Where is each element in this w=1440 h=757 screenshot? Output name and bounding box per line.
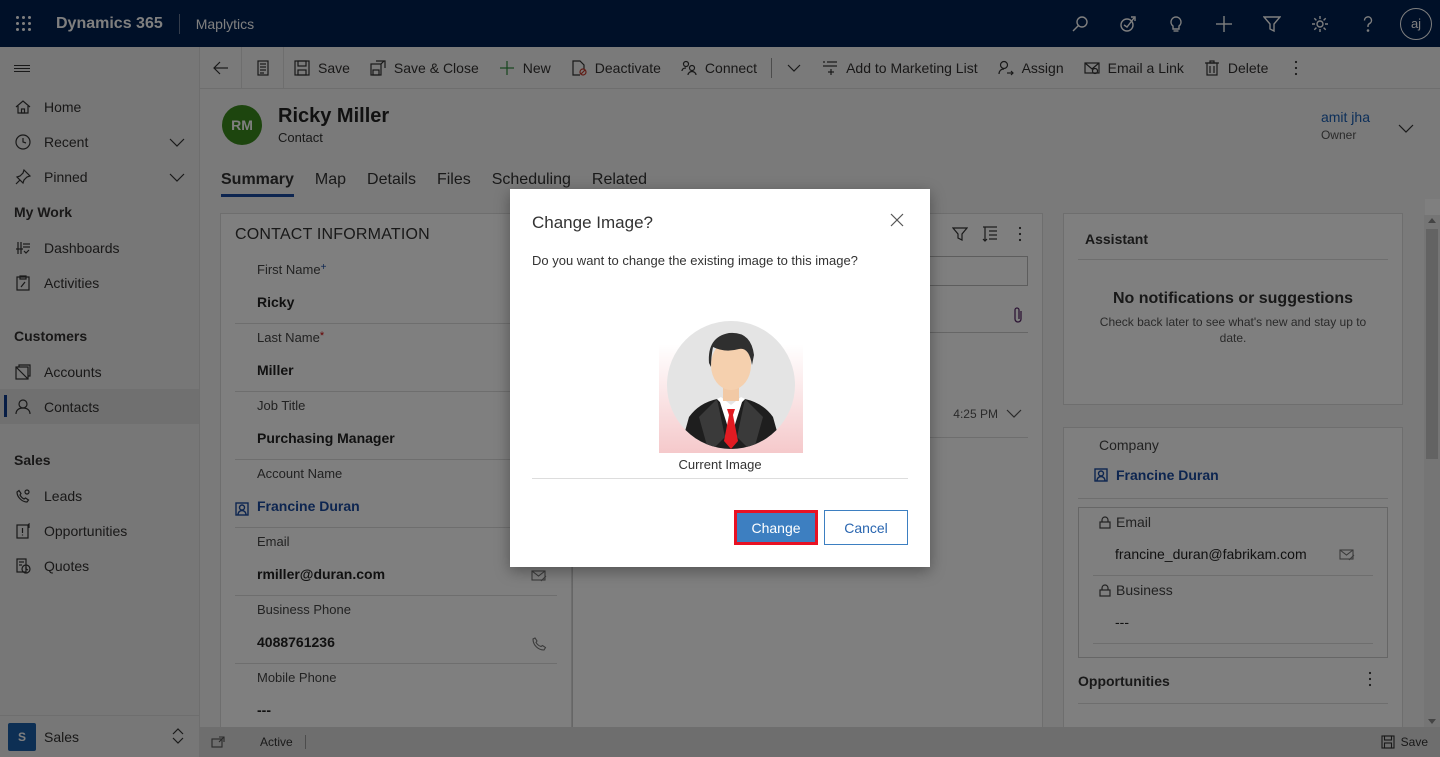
change-image-dialog: Change Image? Do you want to change the … xyxy=(510,189,930,567)
divider xyxy=(532,478,908,479)
current-image-preview xyxy=(659,317,803,453)
change-button[interactable]: Change xyxy=(734,510,818,545)
dialog-message: Do you want to change the existing image… xyxy=(532,253,858,268)
cancel-button[interactable]: Cancel xyxy=(824,510,908,545)
dialog-title: Change Image? xyxy=(532,213,653,232)
businessman-avatar-image xyxy=(667,321,795,449)
image-caption: Current Image xyxy=(678,457,762,472)
dialog-close-button[interactable] xyxy=(890,213,906,229)
close-icon xyxy=(890,213,904,227)
